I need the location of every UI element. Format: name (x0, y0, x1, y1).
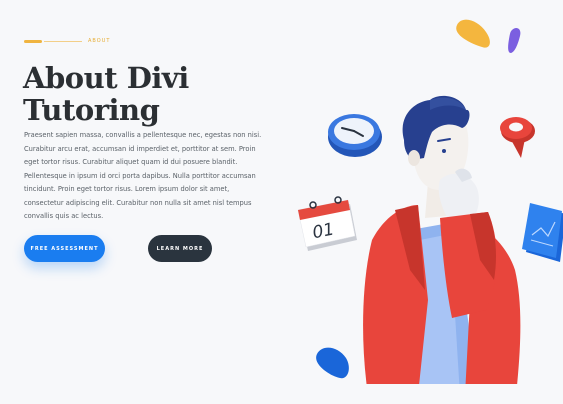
eyebrow-label: ABOUT (88, 38, 111, 44)
eyebrow-divider (44, 40, 82, 42)
page-title: About Divi Tutoring (23, 62, 283, 126)
free-assessment-button[interactable]: FREE ASSESSMENT (24, 235, 105, 262)
eyebrow: ABOUT (24, 38, 110, 44)
chart-card-icon (522, 203, 563, 262)
page-title-line-2: Tutoring (23, 93, 160, 127)
page-title-line-1: About Divi (23, 61, 189, 95)
blue-blob (316, 347, 349, 379)
learn-more-button[interactable]: LEARN MORE (148, 235, 212, 262)
map-pin-icon (500, 117, 535, 158)
calendar-icon: 01 (297, 196, 357, 251)
yellow-blob (456, 19, 490, 48)
calendar-day: 01 (311, 219, 336, 243)
eyebrow-accent-bar (24, 39, 42, 43)
clock-icon (328, 114, 382, 157)
thinking-person (363, 95, 521, 384)
hero-illustration: 01 (297, 19, 563, 384)
intro-paragraph: Praesent sapien massa, convallis a pelle… (24, 131, 262, 220)
purple-drop (508, 28, 521, 53)
